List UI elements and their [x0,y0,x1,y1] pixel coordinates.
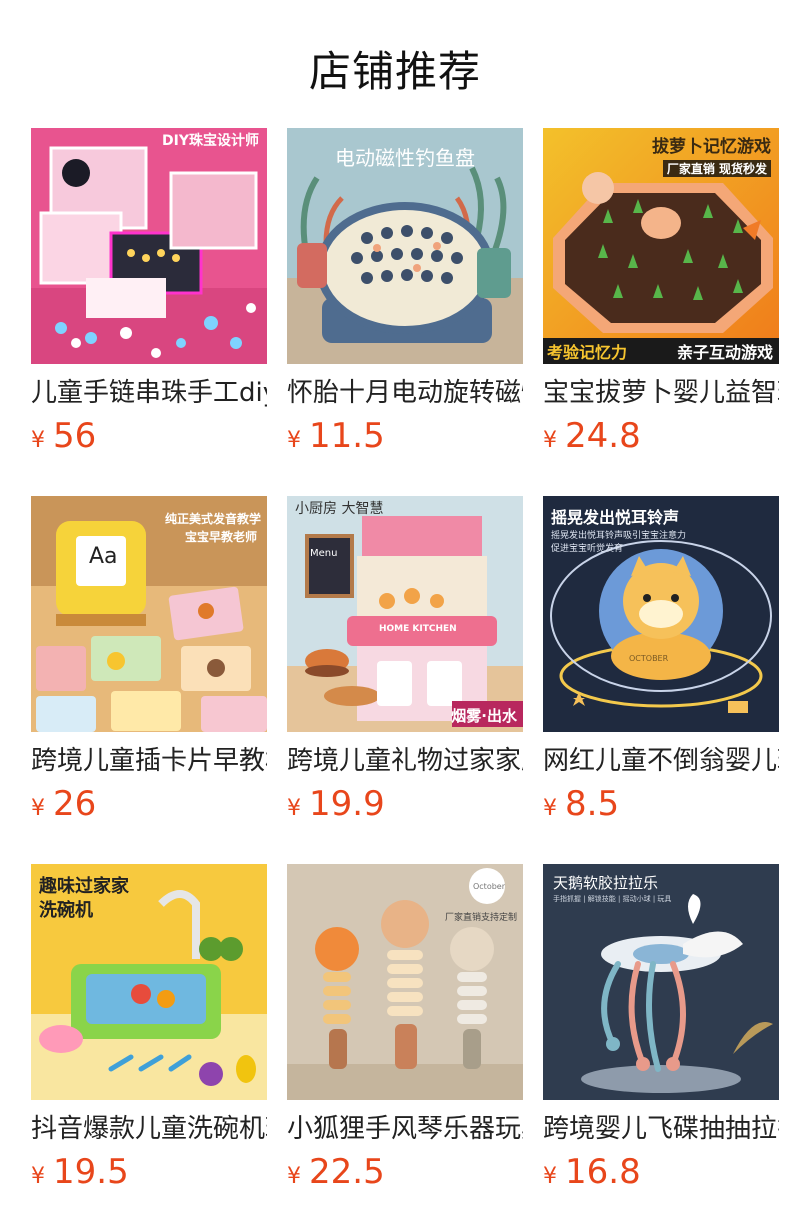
product-image[interactable]: 小厨房 大智慧 Menu HOME KITCHEN 烟雾·出水 [287,496,523,732]
image-caption: DIY珠宝设计师 [162,133,259,149]
image-caption: 摇晃发出悦耳铃声 [551,508,680,527]
price-amount: 56 [53,416,97,456]
product-image[interactable]: DIY珠宝设计师 [31,128,267,364]
price-amount: 8.5 [565,784,620,824]
product-name[interactable]: 抖音爆款儿童洗碗机玩 [31,1112,267,1146]
image-caption: 考验记忆力 [547,343,628,362]
image-caption: 拔萝卜记忆游戏 [652,137,771,157]
product-name[interactable]: 怀胎十月电动旋转磁性 [287,376,523,410]
price-amount: 19.5 [53,1152,129,1192]
product-price: ¥11.5 [287,416,385,462]
product-price: ¥8.5 [543,784,619,830]
product-name[interactable]: 跨境婴儿飞碟抽抽拉拉 [543,1112,779,1146]
section-title: 店铺推荐 [308,47,481,96]
price-amount: 16.8 [565,1152,641,1192]
currency-symbol: ¥ [31,428,45,453]
product-name[interactable]: 网红儿童不倒翁婴儿玩 [543,744,779,778]
image-caption: Aa [89,544,118,569]
product-price: ¥24.8 [543,416,641,462]
product-image[interactable]: 电动磁性钓鱼盘 [287,128,523,364]
image-caption: 烟雾·出水 [451,707,517,725]
product-name[interactable]: 儿童手链串珠手工diy [31,376,267,410]
currency-symbol: ¥ [31,1164,45,1189]
image-caption: 促进宝宝听觉发育 [551,544,624,554]
currency-symbol: ¥ [31,796,45,821]
image-caption: October [472,882,505,891]
image-caption: Menu [310,548,338,559]
price-amount: 19.9 [309,784,385,824]
currency-symbol: ¥ [287,796,301,821]
currency-symbol: ¥ [287,1164,301,1189]
product-name[interactable]: 小狐狸手风琴乐器玩具 [287,1112,523,1146]
product-price: ¥22.5 [287,1152,385,1198]
price-amount: 22.5 [309,1152,385,1192]
product-image[interactable]: October 厂家直销支持定制 [287,864,523,1100]
image-caption: HOME KITCHEN [379,624,457,634]
price-amount: 11.5 [309,416,385,456]
image-caption: 洗碗机 [39,900,93,921]
price-amount: 24.8 [565,416,641,456]
product-image[interactable]: 天鹅软胶拉拉乐 手指抓握 | 解锁技能 | 摇动小球 | 玩具 [543,864,779,1100]
product-price: ¥19.9 [287,784,385,830]
product-image[interactable]: 摇晃发出悦耳铃声 摇晃发出悦耳铃声吸引宝宝注意力 促进宝宝听觉发育 OCTOBE… [543,496,779,732]
image-caption: 天鹅软胶拉拉乐 [553,874,659,892]
currency-symbol: ¥ [543,428,557,453]
image-caption: 亲子互动游戏 [676,343,773,362]
product-image[interactable]: Aa 纯正美式发音教学 宝宝早教老师 [31,496,267,732]
currency-symbol: ¥ [543,1164,557,1189]
image-caption: 电动磁性钓鱼盘 [335,146,475,170]
product-name[interactable]: 跨境儿童礼物过家家厨 [287,744,523,778]
product-price: ¥26 [31,784,96,830]
currency-symbol: ¥ [543,796,557,821]
image-caption: 宝宝早教老师 [184,530,257,544]
product-price: ¥16.8 [543,1152,641,1198]
image-caption: 手指抓握 | 解锁技能 | 摇动小球 | 玩具 [553,895,672,903]
product-image[interactable]: 趣味过家家 洗碗机 [31,864,267,1100]
image-caption: 摇晃发出悦耳铃声吸引宝宝注意力 [551,531,687,541]
image-caption: 厂家直销 现货秒发 [662,160,771,177]
product-image[interactable]: 拔萝卜记忆游戏 厂家直销 现货秒发 考验记忆力 亲子互动游戏 [543,128,779,364]
currency-symbol: ¥ [287,428,301,453]
product-price: ¥56 [31,416,96,462]
image-caption: 纯正美式发音教学 [164,512,261,526]
image-caption: 厂家直销支持定制 [444,913,517,923]
product-price: ¥19.5 [31,1152,129,1198]
product-name[interactable]: 跨境儿童插卡片早教机 [31,744,267,778]
price-amount: 26 [53,784,97,824]
image-caption: OCTOBER [629,654,669,663]
image-caption: 小厨房 大智慧 [295,501,384,517]
product-name[interactable]: 宝宝拔萝卜婴儿益智玩 [543,376,779,410]
image-caption: 趣味过家家 [39,876,129,897]
